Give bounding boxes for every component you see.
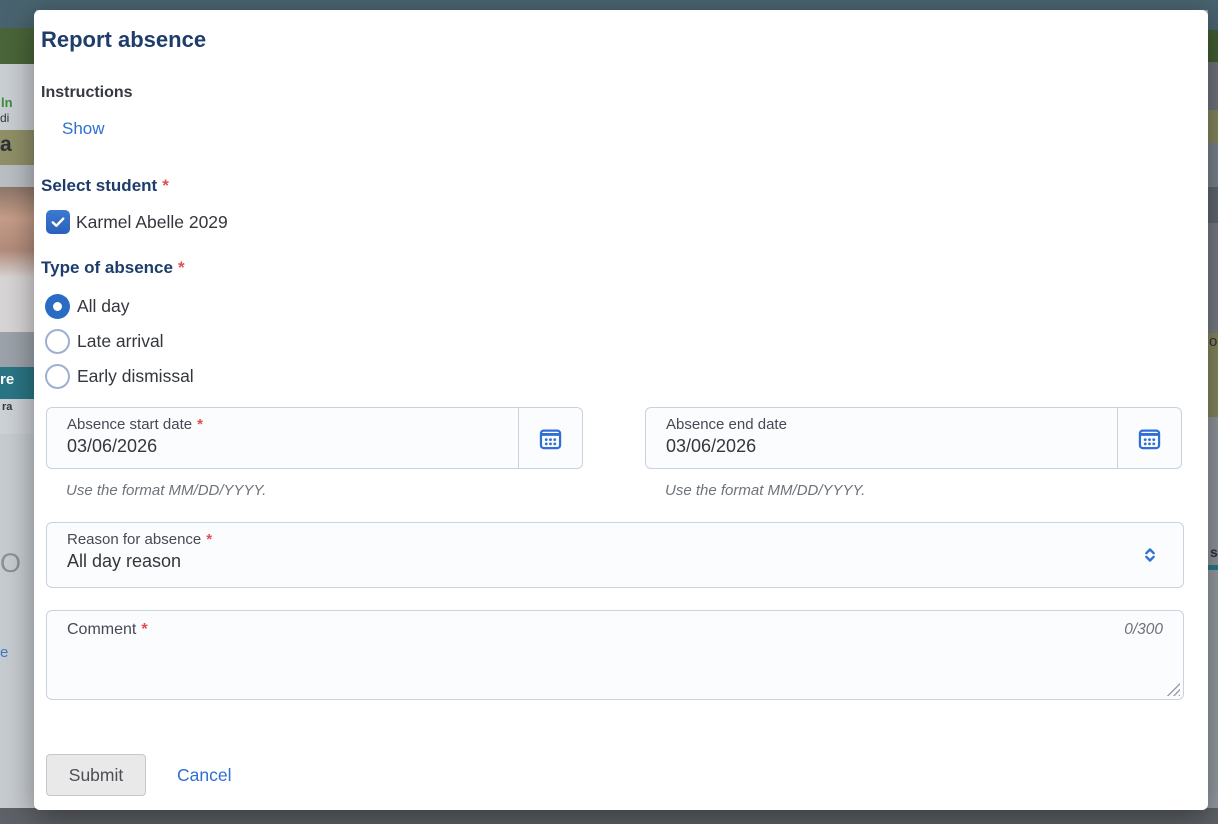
absence-start-date-input[interactable]: Absence start date * 03/06/2026 xyxy=(47,408,518,468)
radio-option-label: All day xyxy=(77,296,130,317)
absence-end-date-label: Absence end date xyxy=(666,416,787,433)
student-checkbox[interactable] xyxy=(46,210,70,234)
backdrop-text-fragment: s xyxy=(1210,545,1218,559)
radio-option-label: Late arrival xyxy=(77,331,164,352)
instructions-label: Instructions xyxy=(41,84,1179,102)
comment-textarea[interactable]: Comment * 0/300 xyxy=(46,610,1184,700)
radio-option-early-dismissal[interactable]: Early dismissal xyxy=(41,359,1179,394)
dialog-actions: Submit Cancel xyxy=(46,754,1179,796)
backdrop-text-fragment: O xyxy=(0,550,21,577)
absence-end-date-field: Absence end date 03/06/2026 Use the form… xyxy=(645,407,1182,499)
calendar-icon xyxy=(1136,425,1163,452)
backdrop-text-fragment: ra xyxy=(2,402,12,413)
instructions-show-link[interactable]: Show xyxy=(62,119,105,139)
type-of-absence-label-text: Type of absence xyxy=(41,258,173,277)
background-page-left: ln di a re ra O e xyxy=(0,0,36,808)
end-date-calendar-button[interactable] xyxy=(1117,408,1181,468)
radio-option-label: Early dismissal xyxy=(77,366,194,387)
backdrop-text-fragment: a xyxy=(0,134,12,155)
date-fields-row: Absence start date * 03/06/2026 Use the f… xyxy=(46,407,1182,499)
backdrop-accent-bar xyxy=(1208,565,1218,570)
radio-unselected-icon[interactable] xyxy=(45,329,70,354)
absence-type-radio-group: All day Late arrival Early dismissal xyxy=(41,289,1179,394)
type-of-absence-label: Type of absence * xyxy=(41,258,1179,278)
cancel-link[interactable]: Cancel xyxy=(177,765,231,786)
submit-button[interactable]: Submit xyxy=(46,754,146,796)
radio-option-all-day[interactable]: All day xyxy=(41,289,1179,324)
radio-unselected-icon[interactable] xyxy=(45,364,70,389)
reason-for-absence-select[interactable]: Reason for absence * All day reason xyxy=(46,522,1184,588)
absence-end-date-value: 03/06/2026 xyxy=(666,436,1117,457)
background-page-right: ol s xyxy=(1208,0,1218,808)
required-asterisk: * xyxy=(162,176,169,195)
absence-start-date-field: Absence start date * 03/06/2026 Use the f… xyxy=(46,407,583,499)
backdrop-text-fragment: ln xyxy=(1,96,13,109)
absence-end-date-input[interactable]: Absence end date 03/06/2026 xyxy=(646,408,1117,468)
character-counter: 0/300 xyxy=(1124,621,1163,639)
chevron-updown-icon xyxy=(1139,544,1161,566)
report-absence-dialog: Report absence Instructions Show Select … xyxy=(34,10,1208,810)
absence-start-date-value: 03/06/2026 xyxy=(67,436,518,457)
comment-label: Comment xyxy=(67,621,136,638)
checkmark-icon xyxy=(49,213,67,231)
dialog-title: Report absence xyxy=(41,27,1179,53)
required-asterisk: * xyxy=(178,258,185,277)
start-date-format-hint: Use the format MM/DD/YYYY. xyxy=(66,482,583,499)
required-asterisk: * xyxy=(197,416,203,433)
background-page-top xyxy=(0,0,1218,10)
end-date-format-hint: Use the format MM/DD/YYYY. xyxy=(665,482,1182,499)
student-option-label: Karmel Abelle 2029 xyxy=(76,212,228,233)
resize-handle[interactable] xyxy=(1166,682,1180,696)
radio-selected-icon[interactable] xyxy=(45,294,70,319)
start-date-calendar-button[interactable] xyxy=(518,408,582,468)
reason-selected-value: All day reason xyxy=(67,551,1183,572)
select-student-label-text: Select student xyxy=(41,176,157,195)
required-asterisk: * xyxy=(206,531,212,548)
backdrop-text-fragment: di xyxy=(0,112,9,124)
background-page-bottom xyxy=(0,808,1218,824)
radio-option-late-arrival[interactable]: Late arrival xyxy=(41,324,1179,359)
reason-label: Reason for absence xyxy=(67,531,201,548)
backdrop-text-fragment: e xyxy=(0,645,8,660)
select-student-label: Select student * xyxy=(41,176,1179,196)
student-option-row[interactable]: Karmel Abelle 2029 xyxy=(41,209,1179,235)
required-asterisk: * xyxy=(141,621,147,638)
calendar-icon xyxy=(537,425,564,452)
backdrop-text-fragment: re xyxy=(0,372,14,387)
absence-start-date-label: Absence start date xyxy=(67,416,192,433)
backdrop-text-fragment: ol xyxy=(1209,334,1218,349)
